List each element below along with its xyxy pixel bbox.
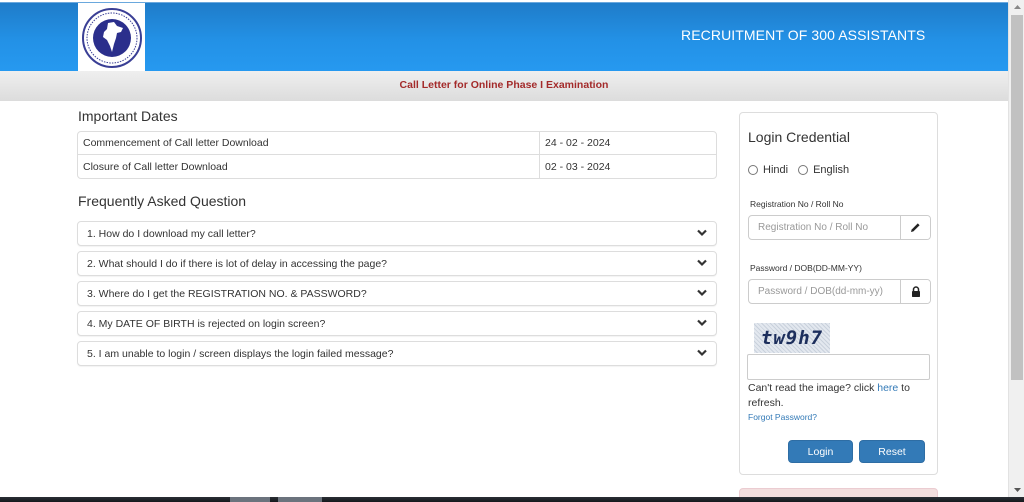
taskbar-button[interactable] [230, 497, 270, 502]
faq-item-2[interactable]: 2. What should I do if there is lot of d… [77, 251, 717, 276]
registration-label: Registration No / Roll No [750, 199, 844, 209]
date-label: Commencement of Call letter Download [78, 132, 539, 155]
faq-list: 1. How do I download my call letter? 2. … [77, 221, 717, 371]
reset-button[interactable]: Reset [859, 440, 925, 463]
table-row: Closure of Call letter Download 02 - 03 … [78, 155, 716, 178]
faq-question: 1. How do I download my call letter? [87, 228, 256, 240]
faq-question: 2. What should I do if there is lot of d… [87, 258, 388, 270]
recruitment-title: RECRUITMENT OF 300 ASSISTANTS [681, 27, 926, 43]
faq-question: 3. Where do I get the REGISTRATION NO. &… [87, 288, 367, 300]
taskbar-button[interactable] [278, 497, 322, 502]
subheader-title: Call Letter for Online Phase I Examinati… [399, 79, 609, 91]
faq-heading: Frequently Asked Question [78, 193, 247, 209]
chevron-down-icon [697, 229, 707, 237]
subheader-bar: Call Letter for Online Phase I Examinati… [0, 71, 1008, 101]
chevron-down-icon [697, 319, 707, 327]
password-input-group [748, 279, 931, 304]
date-label: Closure of Call letter Download [83, 160, 228, 173]
faq-item-4[interactable]: 4. My DATE OF BIRTH is rejected on login… [77, 311, 717, 336]
alert-panel [739, 488, 938, 497]
logo-emblem-icon [81, 7, 142, 68]
captcha-refresh-text: Can't read the image? click here to refr… [748, 381, 928, 411]
radio-label: English [813, 164, 850, 176]
login-button[interactable]: Login [788, 440, 853, 463]
captcha-image: tw9h7 [754, 323, 830, 353]
table-row: Commencement of Call letter Download 24 … [78, 132, 716, 155]
refresh-prefix: Can't read the image? click [748, 382, 878, 394]
chevron-down-icon [697, 289, 707, 297]
faq-question: 5. I am unable to login / screen display… [87, 348, 394, 360]
date-value: 24 - 02 - 2024 [539, 132, 716, 155]
important-dates-table: Commencement of Call letter Download 24 … [77, 131, 717, 179]
language-selector: Hindi English [748, 164, 859, 176]
site-header: RECRUITMENT OF 300 ASSISTANTS [0, 2, 1008, 72]
faq-question: 4. My DATE OF BIRTH is rejected on login… [87, 318, 326, 330]
password-label: Password / DOB(DD-MM-YY) [750, 263, 862, 273]
os-taskbar [0, 497, 1024, 502]
scrollbar-thumb[interactable] [1011, 15, 1023, 380]
captcha-refresh-link[interactable]: here [877, 382, 898, 394]
radio-hindi[interactable]: Hindi [748, 164, 788, 176]
faq-item-3[interactable]: 3. Where do I get the REGISTRATION NO. &… [77, 281, 717, 306]
captcha-input[interactable] [747, 354, 930, 380]
important-dates-heading: Important Dates [78, 108, 178, 124]
registration-input[interactable] [749, 216, 900, 239]
company-logo [78, 3, 145, 72]
scroll-down-arrow-icon[interactable] [1009, 483, 1024, 497]
vertical-scrollbar[interactable] [1008, 0, 1024, 497]
radio-english[interactable]: English [798, 164, 849, 176]
lock-icon [900, 280, 930, 303]
chevron-down-icon [697, 349, 707, 357]
chevron-down-icon [697, 259, 707, 267]
faq-item-5[interactable]: 5. I am unable to login / screen display… [77, 341, 717, 366]
login-title: Login Credential [748, 129, 850, 145]
scroll-up-arrow-icon[interactable] [1009, 0, 1024, 14]
radio-label: Hindi [763, 164, 789, 176]
registration-input-group [748, 215, 931, 240]
radio-button[interactable] [748, 165, 758, 175]
password-input[interactable] [749, 280, 900, 303]
radio-button[interactable] [798, 165, 809, 175]
forgot-password-link[interactable]: Forgot Password? [748, 412, 817, 422]
pencil-icon [900, 216, 930, 239]
page-viewport: RECRUITMENT OF 300 ASSISTANTS Call Lette… [0, 0, 1008, 497]
date-value: 02 - 03 - 2024 [539, 155, 716, 178]
faq-item-1[interactable]: 1. How do I download my call letter? [77, 221, 717, 246]
